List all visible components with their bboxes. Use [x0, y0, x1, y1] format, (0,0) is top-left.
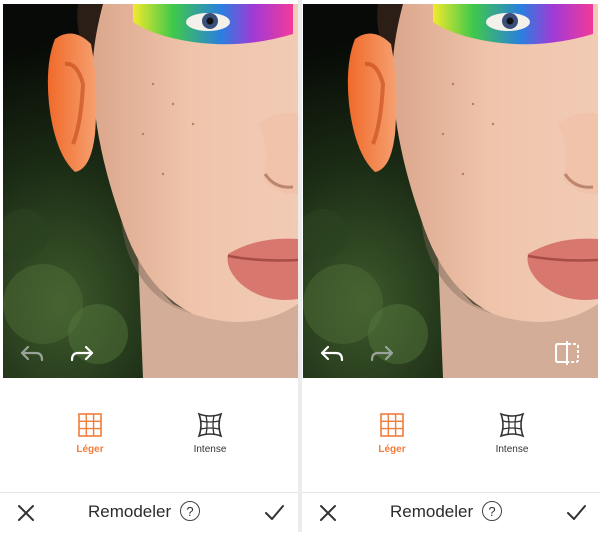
- photo-preview: [303, 4, 598, 378]
- grid-warp-icon: [197, 412, 223, 438]
- close-icon: [18, 505, 34, 521]
- compare-split-icon: [555, 341, 579, 365]
- undo-arrow-icon: [320, 345, 344, 362]
- mode-intense-button[interactable]: Intense: [477, 412, 547, 462]
- mode-intense-button[interactable]: Intense: [175, 412, 245, 462]
- redo-button[interactable]: [65, 336, 99, 370]
- portrait-image: [3, 4, 298, 378]
- mode-leger-label: Léger: [378, 444, 406, 455]
- mode-leger-label: Léger: [76, 444, 104, 455]
- close-button[interactable]: [314, 499, 342, 527]
- help-icon: ?: [186, 503, 194, 519]
- bottom-toolbar: Remodeler ?: [0, 492, 298, 533]
- portrait-image: [303, 4, 598, 378]
- grid-warp-icon: [499, 412, 525, 438]
- undo-button[interactable]: [315, 336, 349, 370]
- mode-intense-label: Intense: [193, 444, 227, 455]
- redo-arrow-icon: [370, 345, 394, 362]
- undo-arrow-icon: [20, 345, 44, 362]
- bottom-toolbar: Remodeler ?: [302, 492, 600, 533]
- checkmark-icon: [265, 505, 284, 520]
- close-icon: [320, 505, 336, 521]
- photo-preview: [3, 4, 298, 378]
- checkmark-icon: [567, 505, 586, 520]
- mode-intense-label: Intense: [495, 444, 529, 455]
- grid-light-icon: [78, 413, 102, 437]
- redo-arrow-icon: [70, 345, 94, 362]
- help-button[interactable]: ?: [482, 501, 502, 521]
- tool-title: Remodeler: [390, 502, 474, 521]
- redo-button[interactable]: [365, 336, 399, 370]
- help-button[interactable]: ?: [180, 501, 200, 521]
- editor-panel-after: Léger Intense Remodeler ?: [302, 0, 600, 533]
- grid-light-icon: [380, 413, 404, 437]
- confirm-button[interactable]: [260, 499, 288, 527]
- mode-leger-button[interactable]: Léger: [55, 412, 125, 462]
- tool-title: Remodeler: [88, 502, 172, 521]
- help-icon: ?: [488, 503, 496, 519]
- editor-panel-before: Léger Intense Remodeler ?: [0, 0, 298, 533]
- confirm-button[interactable]: [562, 499, 590, 527]
- close-button[interactable]: [12, 499, 40, 527]
- undo-button[interactable]: [15, 336, 49, 370]
- mode-leger-button[interactable]: Léger: [357, 412, 427, 462]
- compare-button[interactable]: [550, 336, 584, 370]
